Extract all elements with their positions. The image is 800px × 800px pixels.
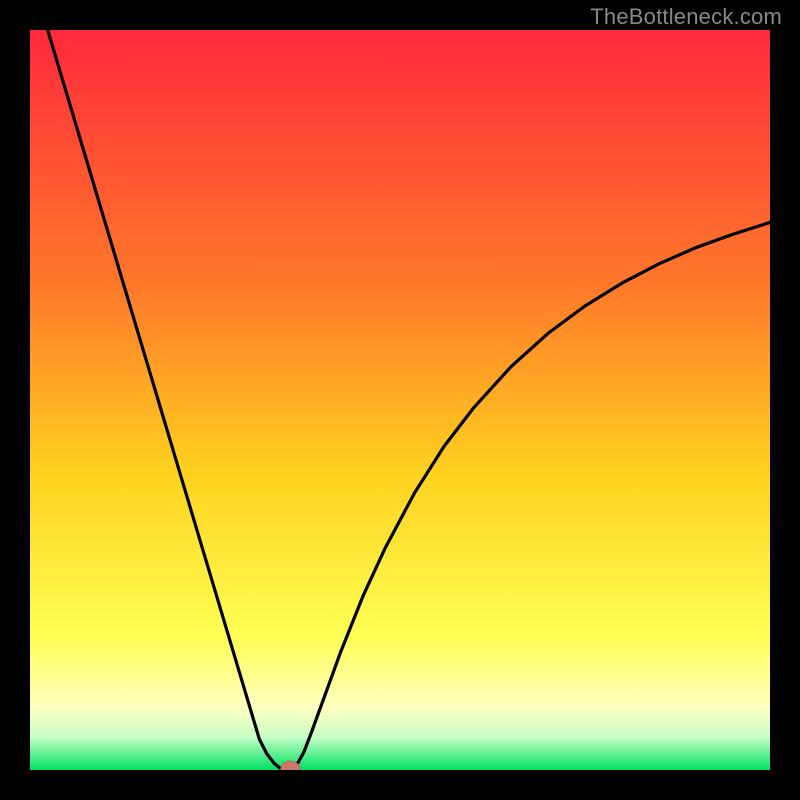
watermark-text: TheBottleneck.com bbox=[590, 4, 782, 30]
bottleneck-chart bbox=[30, 30, 770, 770]
gradient-background bbox=[30, 30, 770, 770]
plot-area bbox=[30, 30, 770, 770]
chart-frame: TheBottleneck.com bbox=[0, 0, 800, 800]
